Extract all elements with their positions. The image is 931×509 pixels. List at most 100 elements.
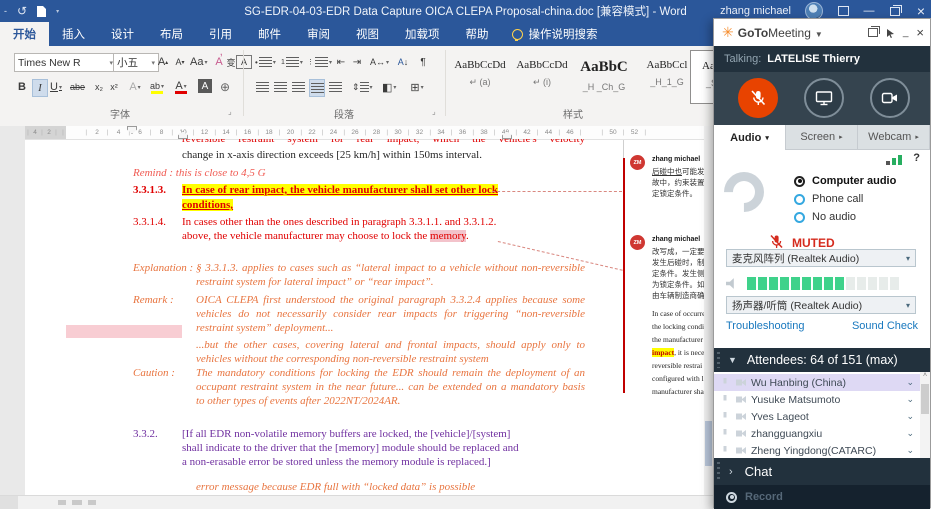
- attendee-row[interactable]: Zheng Yingdong(CATARC)⌄: [714, 442, 920, 459]
- distribute-icon[interactable]: [328, 79, 342, 95]
- show-marks-icon[interactable]: ¶: [416, 54, 430, 70]
- attendee-cam-icon[interactable]: [736, 429, 746, 439]
- font-color-icon[interactable]: A▾: [174, 78, 188, 94]
- ribbon-display-options-icon[interactable]: [837, 5, 849, 17]
- italic-icon[interactable]: I: [32, 79, 48, 97]
- ribbon-tab-引用[interactable]: 引用: [196, 22, 245, 46]
- attendee-options-icon[interactable]: ⌄: [906, 394, 914, 405]
- text-effects-icon[interactable]: A▾: [128, 79, 142, 95]
- ribbon-tab-插入[interactable]: 插入: [49, 22, 98, 46]
- doc-line[interactable]: Remark :: [133, 294, 174, 307]
- doc-line[interactable]: 3.3.2.: [133, 428, 158, 441]
- doc-line[interactable]: change in x-axis direction exceeds [25 k…: [182, 149, 482, 162]
- decrease-indent-icon[interactable]: ⇤: [334, 54, 348, 70]
- align-center-icon[interactable]: [273, 79, 287, 95]
- doc-line[interactable]: 3.3.1.4.: [133, 216, 166, 229]
- record-bar[interactable]: Record: [714, 485, 930, 509]
- radio-icon[interactable]: [794, 194, 805, 205]
- doc-line[interactable]: In case of rear impact, the vehicle manu…: [182, 184, 498, 197]
- bold-icon[interactable]: B: [15, 79, 29, 95]
- minimize-icon[interactable]: —: [863, 5, 875, 17]
- sort-icon[interactable]: A↓: [396, 54, 410, 70]
- attendees-header[interactable]: ▼ Attendees: 64 of 151 (max): [714, 348, 930, 372]
- audio-option-no-audio[interactable]: No audio: [794, 211, 856, 223]
- attendee-cam-icon[interactable]: [736, 412, 746, 422]
- sound-check-link[interactable]: Sound Check: [852, 320, 918, 332]
- shrink-font-icon[interactable]: A▾: [173, 54, 187, 70]
- doc-line[interactable]: In cases other than the ones described i…: [182, 216, 482, 229]
- attendee-row[interactable]: Yves Lageot⌄: [714, 408, 920, 425]
- popout-icon[interactable]: [868, 28, 878, 37]
- style-card[interactable]: AaBbCcDd↵ (i): [512, 50, 572, 102]
- font-size-combo[interactable]: 小五▾: [113, 53, 159, 72]
- doc-line[interactable]: error message because EDR full with “loc…: [196, 481, 475, 494]
- character-shading-icon[interactable]: A: [198, 79, 212, 93]
- attendee-row[interactable]: Wu Hanbing (China)⌄: [714, 374, 920, 391]
- doc-line[interactable]: reversible restraint system for rear imp…: [182, 139, 585, 147]
- attendee-options-icon[interactable]: ⌄: [906, 445, 914, 456]
- subscript-icon[interactable]: x₂: [92, 79, 106, 95]
- attendee-mic-icon[interactable]: [720, 395, 730, 405]
- doc-line[interactable]: § 3.3.1.3. applies to cases such as “lat…: [196, 262, 585, 275]
- chat-header[interactable]: › Chat: [714, 458, 930, 485]
- attendee-row[interactable]: Yusuke Matsumoto⌄: [714, 391, 920, 408]
- radio-icon[interactable]: [794, 212, 805, 223]
- ribbon-tab-帮助[interactable]: 帮助: [453, 22, 502, 46]
- paragraph-dialog-launcher[interactable]: ⌟: [432, 107, 436, 116]
- highlight-color-icon[interactable]: ab▾: [150, 78, 164, 94]
- attendee-mic-icon[interactable]: [720, 429, 730, 439]
- numbered-list-icon[interactable]: 1▾: [281, 54, 303, 70]
- underline-icon[interactable]: U▾: [49, 79, 63, 95]
- doc-line[interactable]: a non-erasable error be stored unless th…: [182, 456, 491, 469]
- superscript-icon[interactable]: x²: [107, 79, 121, 95]
- doc-line[interactable]: above, the vehicle manufacturer may choo…: [182, 230, 469, 243]
- align-right-icon[interactable]: [291, 79, 305, 95]
- gtm-tab-screen[interactable]: Screen▸: [786, 125, 858, 150]
- troubleshooting-link[interactable]: Troubleshooting: [726, 320, 804, 332]
- change-case-icon[interactable]: Aa▾: [190, 54, 207, 70]
- doc-line[interactable]: Caution :: [133, 367, 175, 380]
- gtm-close-icon[interactable]: ×: [916, 25, 924, 40]
- ribbon-tab-布局[interactable]: 布局: [147, 22, 196, 46]
- grow-font-icon[interactable]: A▴: [156, 54, 170, 70]
- doc-line[interactable]: occupant restraint system in the near fu…: [196, 381, 585, 394]
- ribbon-tab-邮件[interactable]: 邮件: [245, 22, 294, 46]
- help-icon[interactable]: ?: [913, 152, 920, 164]
- gtm-minimize-icon[interactable]: _: [903, 27, 909, 38]
- doc-line[interactable]: conditions,: [182, 199, 233, 212]
- attendee-mic-icon[interactable]: [720, 446, 730, 456]
- doc-line[interactable]: to other types of events after 2022NT/20…: [196, 395, 400, 408]
- attendees-scrollbar[interactable]: ˄: [920, 372, 930, 458]
- character-border-icon[interactable]: A: [236, 55, 252, 69]
- doc-line[interactable]: restraint system for lateral impact” or …: [196, 276, 434, 289]
- borders-icon[interactable]: ⊞▾: [410, 79, 424, 95]
- attendee-mic-icon[interactable]: [720, 378, 730, 388]
- line-spacing-icon[interactable]: ⇕▾: [352, 79, 373, 95]
- mic-muted-button[interactable]: [738, 78, 778, 118]
- attendee-row[interactable]: zhangguangxiu⌄: [714, 425, 920, 442]
- doc-line[interactable]: vehicles do not necessarily consider rea…: [196, 308, 585, 321]
- font-name-combo[interactable]: Times New R▾: [14, 53, 117, 72]
- doc-line[interactable]: Explanation :: [133, 262, 193, 275]
- increase-indent-icon[interactable]: ⇥: [350, 54, 364, 70]
- vertical-scrollbar[interactable]: [704, 126, 713, 495]
- drag-grip[interactable]: [717, 352, 720, 368]
- attendee-mic-icon[interactable]: [720, 412, 730, 422]
- justify-icon[interactable]: [309, 79, 325, 97]
- doc-line[interactable]: OICA CLEPA first understood the original…: [196, 294, 585, 307]
- gtm-tab-audio[interactable]: Audio▾: [714, 125, 786, 150]
- strikethrough-icon[interactable]: abe: [70, 79, 85, 95]
- attendee-cam-icon[interactable]: [736, 378, 746, 388]
- presenter-arrow-icon[interactable]: [886, 28, 895, 38]
- align-left-icon[interactable]: [255, 79, 269, 95]
- attendee-options-icon[interactable]: ⌄: [906, 377, 914, 388]
- attendee-options-icon[interactable]: ⌄: [906, 411, 914, 422]
- ribbon-tab-审阅[interactable]: 审阅: [294, 22, 343, 46]
- style-card[interactable]: AaBbCcl_H_1_G: [637, 50, 697, 102]
- microphone-select[interactable]: 麦克风阵列 (Realtek Audio)▾: [726, 249, 916, 267]
- style-card[interactable]: AaBbC_H _Ch_G: [574, 50, 634, 102]
- document-page[interactable]: reversible restraint system for rear imp…: [25, 140, 704, 495]
- doc-line[interactable]: ...but the other cases, covering lateral…: [196, 339, 585, 352]
- doc-line[interactable]: shall indicate to the driver that the [m…: [182, 442, 510, 455]
- tell-me-search[interactable]: 操作说明搜索: [512, 22, 598, 46]
